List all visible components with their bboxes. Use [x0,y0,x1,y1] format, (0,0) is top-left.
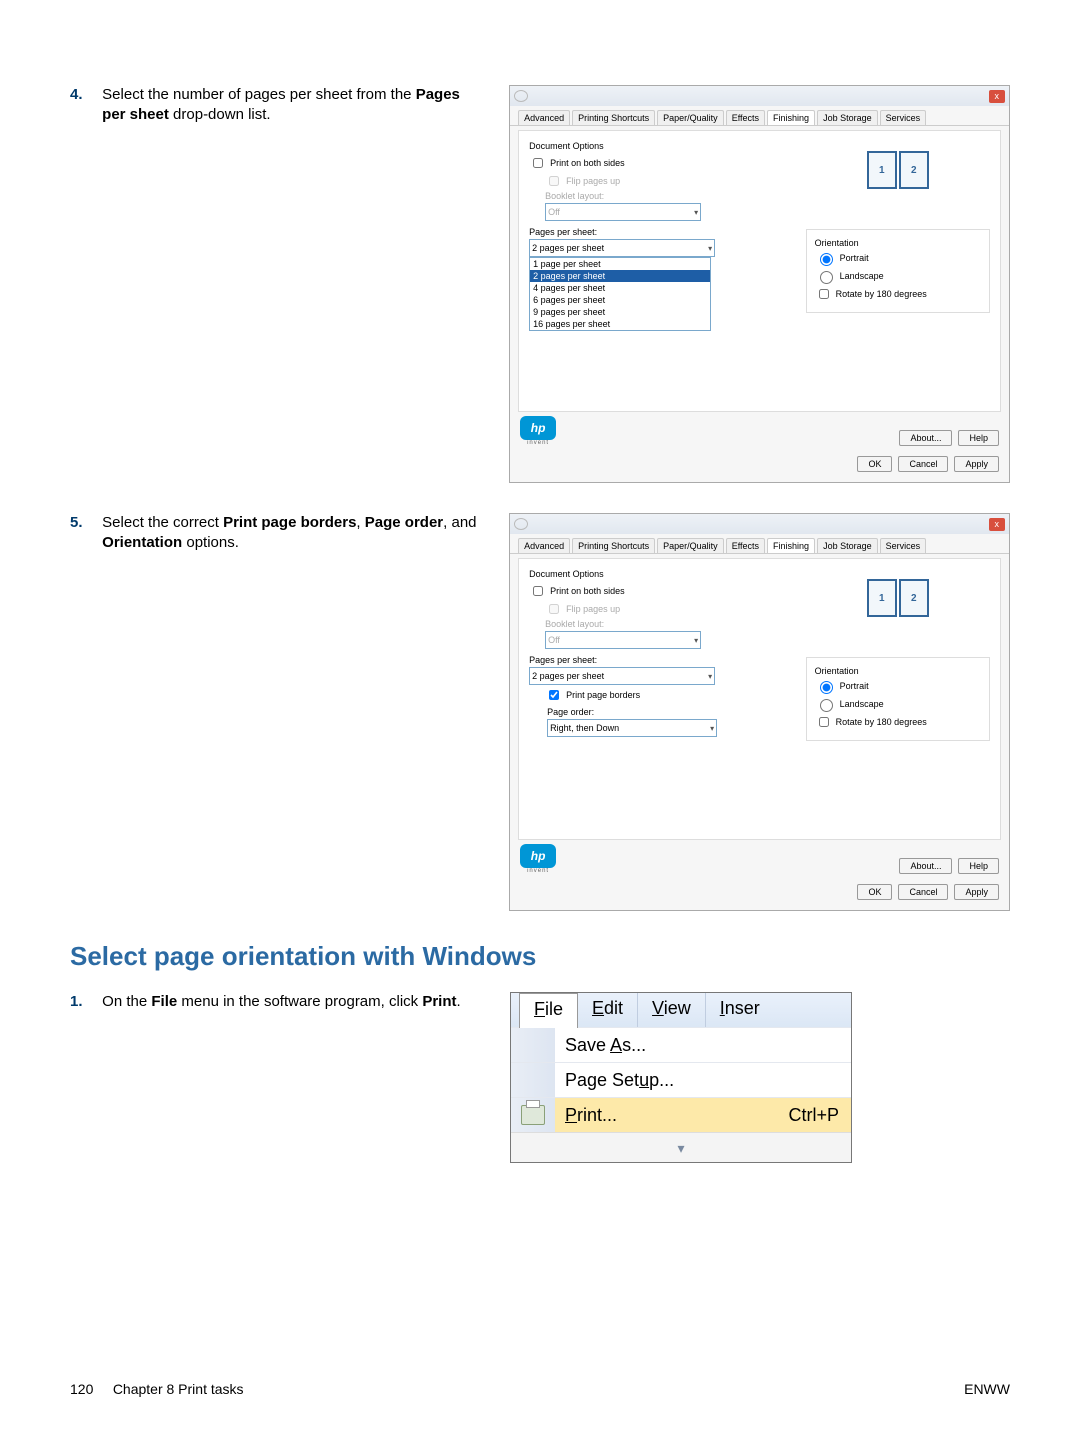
pps-option-2[interactable]: 2 pages per sheet [530,270,710,282]
section-heading: Select page orientation with Windows [70,941,1010,972]
print-properties-dialog-1: x Advanced Printing Shortcuts Paper/Qual… [509,85,1010,483]
cancel-button[interactable]: Cancel [898,456,948,472]
flip-pages-checkbox [549,176,559,186]
tab-strip: Advanced Printing Shortcuts Paper/Qualit… [510,106,1009,126]
tab-advanced[interactable]: Advanced [518,538,570,553]
help-button[interactable]: Help [958,858,999,874]
pps-option-16[interactable]: 16 pages per sheet [530,318,710,330]
page-footer: 120 Chapter 8 Print tasks ENWW [70,1381,1010,1397]
tab-finishing[interactable]: Finishing [767,110,815,125]
page-order-select[interactable]: Right, then Down▾ [547,719,717,737]
tab-printing-shortcuts[interactable]: Printing Shortcuts [572,538,655,553]
tab-strip: Advanced Printing Shortcuts Paper/Qualit… [510,534,1009,554]
print-properties-dialog-2: x Advanced Printing Shortcuts Paper/Qual… [509,513,1010,911]
hp-logo-icon: hp [520,416,556,440]
print-icon [521,1105,545,1125]
portrait-radio[interactable] [820,253,833,266]
tab-paper-quality[interactable]: Paper/Quality [657,110,724,125]
doc-options-label: Document Options [529,569,783,579]
pps-option-4[interactable]: 4 pages per sheet [530,282,710,294]
step-5-number: 5. [70,513,98,533]
step-4-text: 4. Select the number of pages per sheet … [70,85,509,126]
tab-services[interactable]: Services [880,538,927,553]
tab-advanced[interactable]: Advanced [518,110,570,125]
tab-services[interactable]: Services [880,110,927,125]
pps-option-9[interactable]: 9 pages per sheet [530,306,710,318]
tab-printing-shortcuts[interactable]: Printing Shortcuts [572,110,655,125]
about-button[interactable]: About... [899,430,952,446]
ok-button[interactable]: OK [857,456,892,472]
landscape-radio[interactable] [820,271,833,284]
page-number: 120 [70,1381,93,1397]
cancel-button[interactable]: Cancel [898,884,948,900]
orientation-group: Orientation Portrait Landscape Rotate by… [806,657,990,741]
menu-expand[interactable]: ▾ [511,1132,851,1162]
printer-icon [514,518,528,530]
menu-print[interactable]: Print... Ctrl+P [511,1097,851,1132]
ok-button[interactable]: OK [857,884,892,900]
tab-job-storage[interactable]: Job Storage [817,538,878,553]
pages-per-sheet-label: Pages per sheet: [529,655,783,665]
menu-file[interactable]: File [519,993,578,1028]
apply-button[interactable]: Apply [954,456,999,472]
pps-option-6[interactable]: 6 pages per sheet [530,294,710,306]
pages-per-sheet-label: Pages per sheet: [529,227,783,237]
flip-pages-checkbox [549,604,559,614]
pages-per-sheet-dropdown[interactable]: 1 page per sheet 2 pages per sheet 4 pag… [529,257,711,331]
page-order-label: Page order: [547,707,783,717]
pages-per-sheet-select[interactable]: 2 pages per sheet▾ [529,667,715,685]
tab-effects[interactable]: Effects [726,110,765,125]
menu-edit[interactable]: Edit [578,993,638,1027]
booklet-layout-select: Off▾ [545,203,701,221]
apply-button[interactable]: Apply [954,884,999,900]
close-icon[interactable]: x [989,518,1006,531]
step-1-text: 1. On the File menu in the software prog… [70,992,510,1012]
menu-save-as[interactable]: Save As... [511,1027,851,1062]
booklet-layout-select: Off▾ [545,631,701,649]
hp-logo-icon: hp [520,844,556,868]
help-button[interactable]: Help [958,430,999,446]
pps-option-1[interactable]: 1 page per sheet [530,258,710,270]
chevron-down-icon: ▾ [677,1140,684,1156]
about-button[interactable]: About... [899,858,952,874]
printer-icon [514,90,528,102]
portrait-radio[interactable] [820,681,833,694]
tab-effects[interactable]: Effects [726,538,765,553]
file-menu: File Edit View Inser Save As... Page Set… [510,992,852,1163]
menu-page-setup[interactable]: Page Setup... [511,1062,851,1097]
rotate-checkbox[interactable] [819,717,829,727]
pages-per-sheet-select[interactable]: 2 pages per sheet▾ [529,239,715,257]
step-1-number: 1. [70,992,98,1012]
footer-right: ENWW [964,1381,1010,1397]
doc-options-label: Document Options [529,141,783,151]
rotate-checkbox[interactable] [819,289,829,299]
print-both-sides-checkbox[interactable] [533,586,543,596]
tab-finishing[interactable]: Finishing [767,538,815,553]
close-icon[interactable]: x [989,90,1006,103]
chapter-label: Chapter 8 Print tasks [113,1381,244,1397]
print-page-borders-checkbox[interactable] [549,690,559,700]
menu-insert[interactable]: Inser [706,993,774,1027]
tab-paper-quality[interactable]: Paper/Quality [657,538,724,553]
tab-job-storage[interactable]: Job Storage [817,110,878,125]
step-4-number: 4. [70,85,98,105]
orientation-group: Orientation Portrait Landscape Rotate by… [806,229,990,313]
preview-icon: 1 2 [867,151,929,189]
step-5-text: 5. Select the correct Print page borders… [70,513,509,554]
menu-view[interactable]: View [638,993,706,1027]
menubar: File Edit View Inser [511,993,851,1027]
landscape-radio[interactable] [820,699,833,712]
preview-icon: 1 2 [867,579,929,617]
print-both-sides-checkbox[interactable] [533,158,543,168]
